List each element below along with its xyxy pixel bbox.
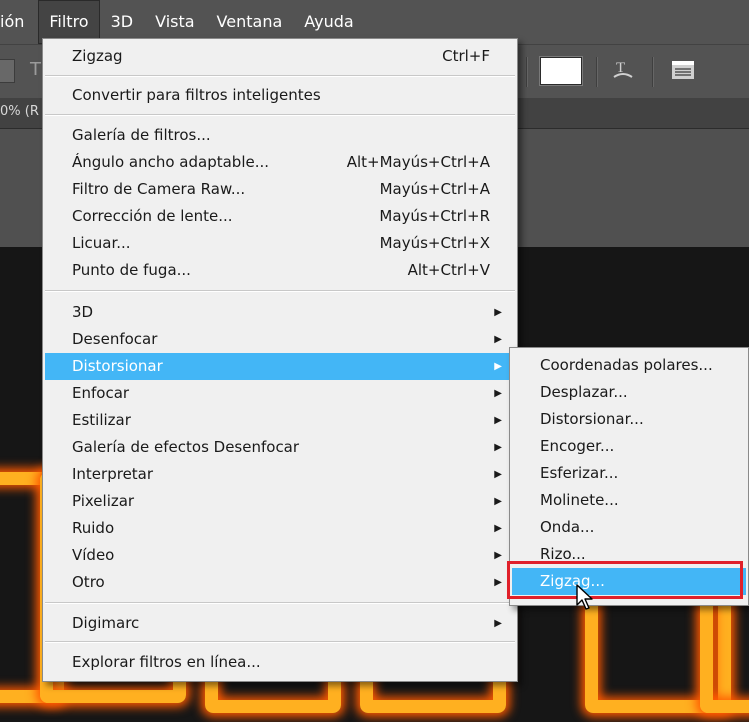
menu-item-label: Onda... xyxy=(540,518,595,536)
arrow-right-icon: ▶ xyxy=(494,442,502,453)
submenu-item-rizo[interactable]: Rizo... xyxy=(512,541,746,568)
menu-item-label: Galería de filtros... xyxy=(72,126,211,144)
menu-item-label: Desplazar... xyxy=(540,383,628,401)
menu-bar-item-partial[interactable]: ión xyxy=(0,0,38,44)
document-tab[interactable]: 0% (R xyxy=(0,104,39,119)
filter-menu: Zigzag Ctrl+F Convertir para filtros int… xyxy=(42,38,518,682)
menu-item-label: Interpretar xyxy=(72,465,154,483)
menu-item-label: Convertir para filtros inteligentes xyxy=(72,86,321,104)
panels-icon[interactable] xyxy=(669,55,697,85)
menu-item-vanishing-point[interactable]: Punto de fuga... Alt+Ctrl+V xyxy=(45,257,515,284)
menu-item-label: 3D xyxy=(72,303,94,321)
distorsionar-submenu: Coordenadas polares... Desplazar... Dist… xyxy=(509,347,749,606)
menu-item-video[interactable]: Vídeo ▶ xyxy=(45,542,515,569)
submenu-item-molinete[interactable]: Molinete... xyxy=(512,487,746,514)
menu-item-label: Esferizar... xyxy=(540,464,619,482)
menu-item-shortcut: Mayús+Ctrl+R xyxy=(379,207,490,225)
menu-item-label: Licuar... xyxy=(72,234,131,252)
arrow-right-icon: ▶ xyxy=(494,307,502,318)
menu-item-filter-gallery[interactable]: Galería de filtros... xyxy=(45,122,515,149)
menu-item-label: Molinete... xyxy=(540,491,619,509)
menu-item-label: Vídeo xyxy=(72,546,115,564)
arrow-right-icon: ▶ xyxy=(494,334,502,345)
menu-item-shortcut: Ctrl+F xyxy=(442,47,490,65)
options-divider xyxy=(596,57,598,87)
menu-item-enfocar[interactable]: Enfocar ▶ xyxy=(45,380,515,407)
menu-item-shortcut: Alt+Mayús+Ctrl+A xyxy=(346,153,490,171)
menu-item-label: Explorar filtros en línea... xyxy=(72,653,261,671)
warp-text-icon[interactable]: T xyxy=(609,55,637,85)
menu-item-liquify[interactable]: Licuar... Mayús+Ctrl+X xyxy=(45,230,515,257)
tool-preset-picker[interactable] xyxy=(0,59,15,83)
menu-item-browse-filters-online[interactable]: Explorar filtros en línea... xyxy=(45,649,515,676)
menu-separator xyxy=(45,290,515,292)
menu-item-label: Digimarc xyxy=(72,614,140,632)
arrow-right-icon: ▶ xyxy=(494,469,502,480)
menu-item-lens-correction[interactable]: Corrección de lente... Mayús+Ctrl+R xyxy=(45,203,515,230)
menu-item-adaptive-wide-angle[interactable]: Ángulo ancho adaptable... Alt+Mayús+Ctrl… xyxy=(45,149,515,176)
options-divider xyxy=(526,57,528,87)
menu-item-distorsionar[interactable]: Distorsionar ▶ xyxy=(45,353,515,380)
menu-item-3d[interactable]: 3D ▶ xyxy=(45,299,515,326)
menu-item-shortcut: Mayús+Ctrl+X xyxy=(379,234,490,252)
menu-item-label: Desenfocar xyxy=(72,330,158,348)
menu-item-pixelizar[interactable]: Pixelizar ▶ xyxy=(45,488,515,515)
arrow-right-icon: ▶ xyxy=(494,523,502,534)
submenu-item-distorsionar[interactable]: Distorsionar... xyxy=(512,406,746,433)
menu-item-label: Enfocar xyxy=(72,384,130,402)
menu-item-camera-raw[interactable]: Filtro de Camera Raw... Mayús+Ctrl+A xyxy=(45,176,515,203)
menu-item-shortcut: Alt+Ctrl+V xyxy=(407,261,490,279)
arrow-right-icon: ▶ xyxy=(494,388,502,399)
menu-item-label: Distorsionar xyxy=(72,357,163,375)
arrow-right-icon: ▶ xyxy=(494,496,502,507)
text-orientation-icon[interactable]: T xyxy=(30,59,41,80)
options-divider xyxy=(652,57,654,87)
menu-separator xyxy=(45,641,515,643)
menu-separator xyxy=(45,75,515,77)
menu-item-label: Rizo... xyxy=(540,545,586,563)
submenu-item-desplazar[interactable]: Desplazar... xyxy=(512,379,746,406)
menu-item-otro[interactable]: Otro ▶ xyxy=(45,569,515,596)
menu-item-label: Filtro de Camera Raw... xyxy=(72,180,246,198)
menu-separator xyxy=(45,602,515,604)
menu-item-ruido[interactable]: Ruido ▶ xyxy=(45,515,515,542)
mouse-cursor-icon xyxy=(576,584,593,610)
menu-item-label: Pixelizar xyxy=(72,492,135,510)
menu-item-blur-gallery[interactable]: Galería de efectos Desenfocar ▶ xyxy=(45,434,515,461)
arrow-right-icon: ▶ xyxy=(494,618,502,629)
menu-item-label: Ruido xyxy=(72,519,115,537)
menu-item-convert-smart-filters[interactable]: Convertir para filtros inteligentes xyxy=(45,82,515,109)
menu-item-desenfocar[interactable]: Desenfocar ▶ xyxy=(45,326,515,353)
submenu-item-polar-coordinates[interactable]: Coordenadas polares... xyxy=(512,352,746,379)
menu-item-label: Ángulo ancho adaptable... xyxy=(72,153,270,171)
menu-item-label: Punto de fuga... xyxy=(72,261,191,279)
menu-item-label: Coordenadas polares... xyxy=(540,356,713,374)
menu-item-label: Galería de efectos Desenfocar xyxy=(72,438,300,456)
menu-item-estilizar[interactable]: Estilizar ▶ xyxy=(45,407,515,434)
menu-item-label: Otro xyxy=(72,573,105,591)
menu-item-last-filter[interactable]: Zigzag Ctrl+F xyxy=(45,43,515,70)
menu-item-interpretar[interactable]: Interpretar ▶ xyxy=(45,461,515,488)
arrow-right-icon: ▶ xyxy=(494,550,502,561)
arrow-right-icon: ▶ xyxy=(494,415,502,426)
menu-item-label: Zigzag xyxy=(72,47,123,65)
arrow-right-icon: ▶ xyxy=(494,577,502,588)
menu-item-label: Encoger... xyxy=(540,437,615,455)
submenu-item-zigzag[interactable]: Zigzag... xyxy=(512,568,746,595)
menu-item-digimarc[interactable]: Digimarc ▶ xyxy=(45,610,515,637)
text-color-swatch[interactable] xyxy=(540,57,582,85)
menu-item-label: Distorsionar... xyxy=(540,410,644,428)
menu-item-shortcut: Mayús+Ctrl+A xyxy=(379,180,490,198)
submenu-item-esferizar[interactable]: Esferizar... xyxy=(512,460,746,487)
menu-item-label: Estilizar xyxy=(72,411,131,429)
arrow-right-icon: ▶ xyxy=(494,361,502,372)
submenu-item-onda[interactable]: Onda... xyxy=(512,514,746,541)
submenu-item-encoger[interactable]: Encoger... xyxy=(512,433,746,460)
menu-item-label: Corrección de lente... xyxy=(72,207,233,225)
menu-separator xyxy=(45,114,515,116)
